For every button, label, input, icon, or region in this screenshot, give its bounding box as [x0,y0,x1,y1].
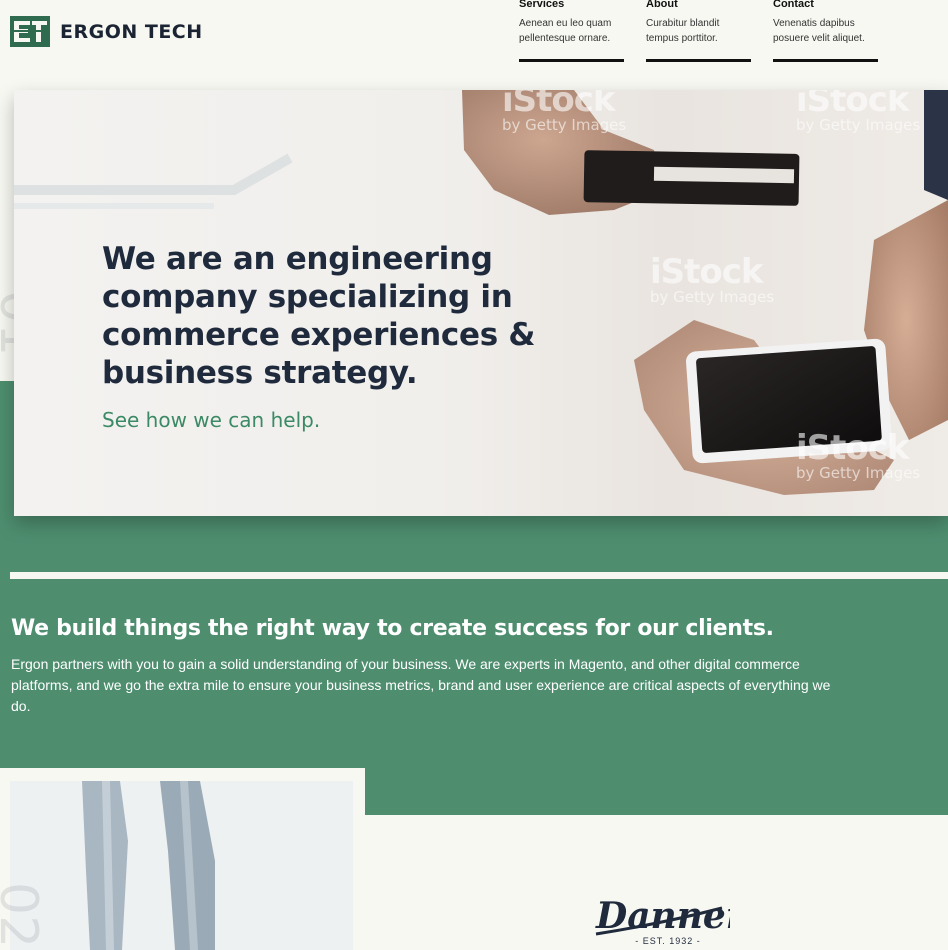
decorative-lines [14,153,293,209]
watermark-subtext: by Getty Images [502,116,627,134]
watermark: iStock by Getty Images [796,428,921,482]
nav-item-about[interactable]: About Curabitur blandit tempus porttitor… [646,0,751,62]
watermark-text: iStock [796,90,910,120]
nav-item-services[interactable]: Services Aenean eu leo quam pellentesque… [519,0,624,62]
client-logo-danner[interactable]: Danner - EST. 1932 - [590,888,730,950]
case-study-photo [10,781,353,950]
nav-description: Aenean eu leo quam pellentesque ornare. [519,18,612,44]
brand-name: ERGON TECH [60,20,203,43]
nav-title: Services [519,0,565,10]
nav-title: Contact [773,0,814,10]
hero-title: We are an engineering company specializi… [102,241,536,391]
hero-banner: iStock by Getty Images iStock by Getty I… [14,90,948,516]
watermark-text: iStock [502,90,616,120]
section-title: We build things the right way to create … [11,616,774,641]
nav-item-contact[interactable]: Contact Venenatis dapibus posuere velit … [773,0,878,62]
client-logo-tagline: - EST. 1932 - [635,936,701,946]
section-body: Ergon partners with you to gain a solid … [11,656,831,714]
section-number: 02 [0,882,48,949]
watermark-text: iStock [650,252,764,292]
legs-photo [10,781,353,950]
watermark-subtext: by Getty Images [796,464,921,482]
watermark-subtext: by Getty Images [796,116,921,134]
nav-description: Venenatis dapibus posuere velit aliquet. [773,18,865,44]
ergon-logo-icon [10,16,50,47]
watermark: iStock by Getty Images [650,252,775,306]
section-divider [10,572,948,579]
case-study-card[interactable] [0,768,365,950]
watermark-text: iStock [796,428,910,468]
watermark: iStock by Getty Images [502,90,626,134]
hero-cta-link[interactable]: See how we can help. [102,408,320,432]
watermark-subtext: by Getty Images [650,288,775,306]
logo[interactable]: ERGON TECH [10,16,203,47]
nav-description: Curabitur blandit tempus porttitor. [646,18,720,44]
watermark: iStock by Getty Images [796,90,920,134]
main-nav: Services Aenean eu leo quam pellentesque… [519,0,878,62]
nav-title: About [646,0,678,10]
